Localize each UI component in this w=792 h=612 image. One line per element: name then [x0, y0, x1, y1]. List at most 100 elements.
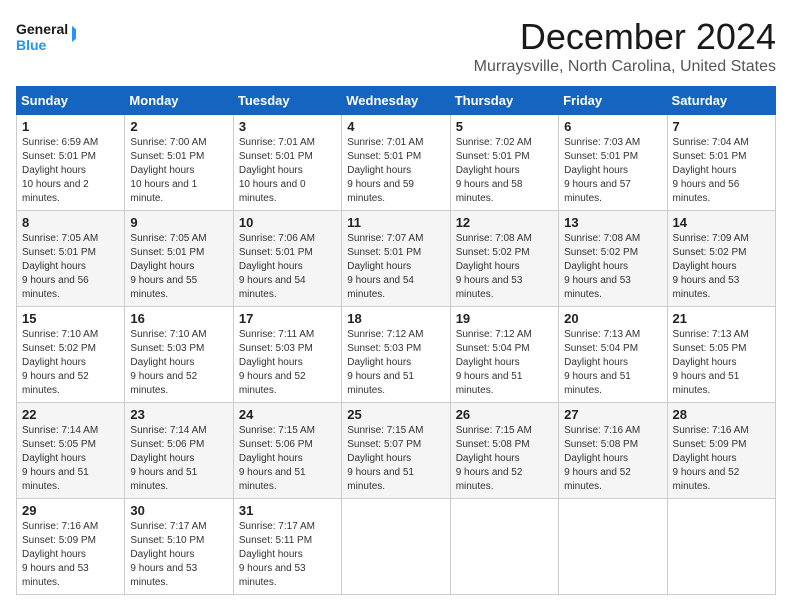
table-row: [342, 499, 450, 595]
col-saturday: Saturday: [667, 87, 775, 115]
table-row: 1 Sunrise: 6:59 AM Sunset: 5:01 PM Dayli…: [17, 115, 125, 211]
table-row: 16 Sunrise: 7:10 AM Sunset: 5:03 PM Dayl…: [125, 307, 233, 403]
table-row: 28 Sunrise: 7:16 AM Sunset: 5:09 PM Dayl…: [667, 403, 775, 499]
calendar-week-4: 22 Sunrise: 7:14 AM Sunset: 5:05 PM Dayl…: [17, 403, 776, 499]
day-info: Sunrise: 7:09 AM Sunset: 5:02 PM Dayligh…: [673, 232, 770, 302]
table-row: 4 Sunrise: 7:01 AM Sunset: 5:01 PM Dayli…: [342, 115, 450, 211]
table-row: 7 Sunrise: 7:04 AM Sunset: 5:01 PM Dayli…: [667, 115, 775, 211]
table-row: 8 Sunrise: 7:05 AM Sunset: 5:01 PM Dayli…: [17, 211, 125, 307]
day-info: Sunrise: 7:00 AM Sunset: 5:01 PM Dayligh…: [130, 136, 227, 206]
table-row: 18 Sunrise: 7:12 AM Sunset: 5:03 PM Dayl…: [342, 307, 450, 403]
day-number: 4: [347, 119, 444, 134]
day-info: Sunrise: 7:01 AM Sunset: 5:01 PM Dayligh…: [347, 136, 444, 206]
day-info: Sunrise: 7:01 AM Sunset: 5:01 PM Dayligh…: [239, 136, 336, 206]
day-number: 7: [673, 119, 770, 134]
day-number: 29: [22, 503, 119, 518]
day-info: Sunrise: 7:16 AM Sunset: 5:09 PM Dayligh…: [673, 424, 770, 494]
calendar-week-2: 8 Sunrise: 7:05 AM Sunset: 5:01 PM Dayli…: [17, 211, 776, 307]
day-number: 31: [239, 503, 336, 518]
table-row: 19 Sunrise: 7:12 AM Sunset: 5:04 PM Dayl…: [450, 307, 558, 403]
col-tuesday: Tuesday: [233, 87, 341, 115]
day-info: Sunrise: 7:08 AM Sunset: 5:02 PM Dayligh…: [564, 232, 661, 302]
day-info: Sunrise: 7:17 AM Sunset: 5:10 PM Dayligh…: [130, 520, 227, 590]
day-info: Sunrise: 7:05 AM Sunset: 5:01 PM Dayligh…: [22, 232, 119, 302]
col-wednesday: Wednesday: [342, 87, 450, 115]
table-row: 25 Sunrise: 7:15 AM Sunset: 5:07 PM Dayl…: [342, 403, 450, 499]
day-info: Sunrise: 7:12 AM Sunset: 5:03 PM Dayligh…: [347, 328, 444, 398]
day-number: 10: [239, 215, 336, 230]
day-number: 6: [564, 119, 661, 134]
day-number: 21: [673, 311, 770, 326]
day-info: Sunrise: 7:07 AM Sunset: 5:01 PM Dayligh…: [347, 232, 444, 302]
day-info: Sunrise: 7:06 AM Sunset: 5:01 PM Dayligh…: [239, 232, 336, 302]
day-info: Sunrise: 7:14 AM Sunset: 5:06 PM Dayligh…: [130, 424, 227, 494]
day-number: 19: [456, 311, 553, 326]
location-title: Murraysville, North Carolina, United Sta…: [474, 58, 776, 76]
table-row: 5 Sunrise: 7:02 AM Sunset: 5:01 PM Dayli…: [450, 115, 558, 211]
day-number: 13: [564, 215, 661, 230]
table-row: 12 Sunrise: 7:08 AM Sunset: 5:02 PM Dayl…: [450, 211, 558, 307]
day-number: 8: [22, 215, 119, 230]
day-number: 27: [564, 407, 661, 422]
calendar-week-3: 15 Sunrise: 7:10 AM Sunset: 5:02 PM Dayl…: [17, 307, 776, 403]
table-row: 15 Sunrise: 7:10 AM Sunset: 5:02 PM Dayl…: [17, 307, 125, 403]
day-info: Sunrise: 7:13 AM Sunset: 5:05 PM Dayligh…: [673, 328, 770, 398]
day-number: 1: [22, 119, 119, 134]
day-number: 3: [239, 119, 336, 134]
table-row: [450, 499, 558, 595]
table-row: 23 Sunrise: 7:14 AM Sunset: 5:06 PM Dayl…: [125, 403, 233, 499]
table-row: 29 Sunrise: 7:16 AM Sunset: 5:09 PM Dayl…: [17, 499, 125, 595]
header: General Blue December 2024 Murraysville,…: [16, 16, 776, 76]
calendar: Sunday Monday Tuesday Wednesday Thursday…: [16, 86, 776, 595]
day-info: Sunrise: 7:15 AM Sunset: 5:07 PM Dayligh…: [347, 424, 444, 494]
day-info: Sunrise: 7:04 AM Sunset: 5:01 PM Dayligh…: [673, 136, 770, 206]
table-row: 20 Sunrise: 7:13 AM Sunset: 5:04 PM Dayl…: [559, 307, 667, 403]
day-info: Sunrise: 7:12 AM Sunset: 5:04 PM Dayligh…: [456, 328, 553, 398]
header-row: Sunday Monday Tuesday Wednesday Thursday…: [17, 87, 776, 115]
table-row: [667, 499, 775, 595]
table-row: 11 Sunrise: 7:07 AM Sunset: 5:01 PM Dayl…: [342, 211, 450, 307]
day-info: Sunrise: 7:15 AM Sunset: 5:06 PM Dayligh…: [239, 424, 336, 494]
day-number: 23: [130, 407, 227, 422]
day-info: Sunrise: 6:59 AM Sunset: 5:01 PM Dayligh…: [22, 136, 119, 206]
table-row: 2 Sunrise: 7:00 AM Sunset: 5:01 PM Dayli…: [125, 115, 233, 211]
day-number: 25: [347, 407, 444, 422]
title-area: December 2024 Murraysville, North Caroli…: [474, 16, 776, 76]
table-row: 21 Sunrise: 7:13 AM Sunset: 5:05 PM Dayl…: [667, 307, 775, 403]
table-row: 30 Sunrise: 7:17 AM Sunset: 5:10 PM Dayl…: [125, 499, 233, 595]
table-row: 3 Sunrise: 7:01 AM Sunset: 5:01 PM Dayli…: [233, 115, 341, 211]
day-number: 12: [456, 215, 553, 230]
col-monday: Monday: [125, 87, 233, 115]
day-number: 30: [130, 503, 227, 518]
day-info: Sunrise: 7:15 AM Sunset: 5:08 PM Dayligh…: [456, 424, 553, 494]
day-number: 2: [130, 119, 227, 134]
day-info: Sunrise: 7:13 AM Sunset: 5:04 PM Dayligh…: [564, 328, 661, 398]
day-number: 17: [239, 311, 336, 326]
calendar-week-1: 1 Sunrise: 6:59 AM Sunset: 5:01 PM Dayli…: [17, 115, 776, 211]
table-row: 14 Sunrise: 7:09 AM Sunset: 5:02 PM Dayl…: [667, 211, 775, 307]
table-row: 13 Sunrise: 7:08 AM Sunset: 5:02 PM Dayl…: [559, 211, 667, 307]
day-info: Sunrise: 7:11 AM Sunset: 5:03 PM Dayligh…: [239, 328, 336, 398]
table-row: 9 Sunrise: 7:05 AM Sunset: 5:01 PM Dayli…: [125, 211, 233, 307]
table-row: 22 Sunrise: 7:14 AM Sunset: 5:05 PM Dayl…: [17, 403, 125, 499]
day-number: 11: [347, 215, 444, 230]
day-number: 26: [456, 407, 553, 422]
svg-text:General: General: [16, 21, 68, 37]
table-row: 10 Sunrise: 7:06 AM Sunset: 5:01 PM Dayl…: [233, 211, 341, 307]
col-sunday: Sunday: [17, 87, 125, 115]
table-row: 24 Sunrise: 7:15 AM Sunset: 5:06 PM Dayl…: [233, 403, 341, 499]
col-thursday: Thursday: [450, 87, 558, 115]
table-row: 26 Sunrise: 7:15 AM Sunset: 5:08 PM Dayl…: [450, 403, 558, 499]
day-number: 14: [673, 215, 770, 230]
table-row: 27 Sunrise: 7:16 AM Sunset: 5:08 PM Dayl…: [559, 403, 667, 499]
day-number: 20: [564, 311, 661, 326]
day-number: 18: [347, 311, 444, 326]
day-number: 9: [130, 215, 227, 230]
day-number: 28: [673, 407, 770, 422]
table-row: 31 Sunrise: 7:17 AM Sunset: 5:11 PM Dayl…: [233, 499, 341, 595]
day-info: Sunrise: 7:03 AM Sunset: 5:01 PM Dayligh…: [564, 136, 661, 206]
day-number: 5: [456, 119, 553, 134]
table-row: 6 Sunrise: 7:03 AM Sunset: 5:01 PM Dayli…: [559, 115, 667, 211]
day-info: Sunrise: 7:14 AM Sunset: 5:05 PM Dayligh…: [22, 424, 119, 494]
day-info: Sunrise: 7:16 AM Sunset: 5:08 PM Dayligh…: [564, 424, 661, 494]
